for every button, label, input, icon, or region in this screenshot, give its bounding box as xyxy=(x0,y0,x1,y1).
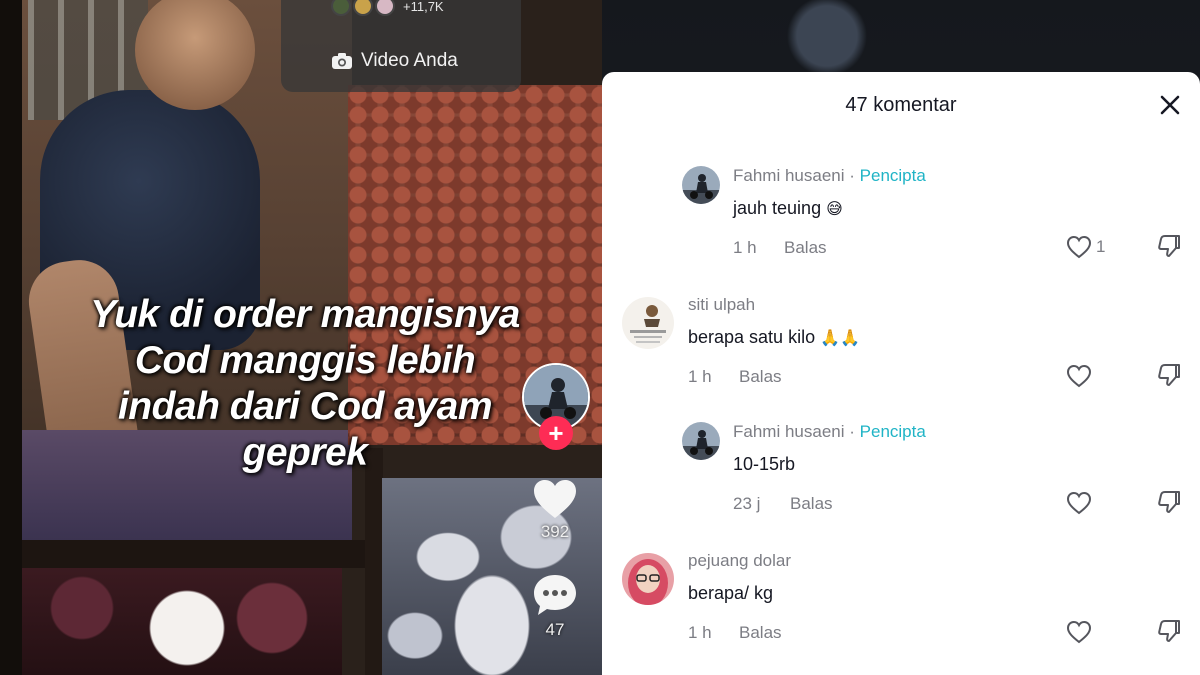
commenter-avatar[interactable] xyxy=(682,166,720,204)
comment-text: 10-15rb xyxy=(733,454,795,475)
video-border xyxy=(0,0,22,675)
hijab-profile-avatar-icon xyxy=(622,553,674,605)
like-video-button[interactable]: 392 xyxy=(525,478,585,542)
username-text: Fahmi husaeni xyxy=(733,166,845,185)
dislike-icon[interactable] xyxy=(1156,489,1182,515)
dislike-icon[interactable] xyxy=(1156,618,1182,644)
video-reply-chip[interactable]: +11,7K Video Anda xyxy=(281,0,521,92)
follow-button[interactable]: + xyxy=(539,416,573,450)
separator-dot: · xyxy=(849,422,855,441)
close-button[interactable] xyxy=(1157,92,1183,118)
comments-title: 47 komentar xyxy=(845,94,957,116)
close-icon xyxy=(1160,95,1180,115)
comment-body: jauh teuing xyxy=(733,198,822,218)
username-text: Fahmi husaeni xyxy=(733,422,845,441)
comment-item: Fahmi husaeni · Pencipta 10-15rb 23 j Ba… xyxy=(602,418,1200,528)
username-text: pejuang dolar xyxy=(688,551,792,570)
reply-button[interactable]: Balas xyxy=(739,367,782,387)
heart-outline-icon[interactable] xyxy=(1066,491,1092,515)
motorbike-avatar-icon xyxy=(682,166,720,204)
comment-body: 10-15rb xyxy=(733,454,796,474)
comment-body: berapa/ kg xyxy=(688,583,774,603)
caption-line: indah dari Cod ayam xyxy=(117,385,493,428)
comment-username[interactable]: siti ulpah xyxy=(688,295,755,315)
dislike-icon[interactable] xyxy=(1156,362,1182,388)
username-text: siti ulpah xyxy=(688,295,756,314)
your-video-button[interactable]: Video Anda xyxy=(331,50,458,72)
replier-avatars: +11,7K xyxy=(331,0,444,16)
comment-time: 1 h xyxy=(688,623,712,642)
dislike-icon[interactable] xyxy=(1156,233,1182,259)
heart-outline-icon[interactable] xyxy=(1066,620,1092,644)
separator-dot: · xyxy=(849,166,855,185)
comment-emoji: 😅 xyxy=(826,199,843,218)
caption-line: Cod manggis lebih xyxy=(134,339,476,382)
comment-like-count: 1 xyxy=(1096,237,1106,256)
opened-mangosteen-image xyxy=(22,568,342,675)
heart-outline-icon[interactable] xyxy=(1066,235,1092,259)
comment-username[interactable]: pejuang dolar xyxy=(688,551,791,571)
caption-line: Yuk di order mangisnya xyxy=(90,293,520,336)
reply-button[interactable]: Balas xyxy=(784,238,827,258)
comment-text: berapa/ kg xyxy=(688,583,773,604)
comment-time: 1 h xyxy=(733,238,757,257)
commenter-avatar[interactable] xyxy=(622,297,674,349)
video-player[interactable]: +11,7K Video Anda Yuk di order mangisnya… xyxy=(0,0,602,675)
caption-line: geprek xyxy=(242,431,368,474)
creator-badge: Pencipta xyxy=(859,166,926,185)
motorbike-avatar-icon xyxy=(682,422,720,460)
collage-divider xyxy=(365,448,383,675)
replier-avatar xyxy=(331,0,351,16)
comment-item: Fahmi husaeni · Pencipta jauh teuing 😅 1… xyxy=(602,162,1200,272)
comment-video-button[interactable]: 47 xyxy=(525,572,585,640)
comment-count: 47 xyxy=(545,620,565,639)
comment-username[interactable]: Fahmi husaeni · Pencipta xyxy=(733,166,926,186)
comment-item: pejuang dolar berapa/ kg 1 h Balas xyxy=(602,547,1200,657)
reply-video-count: +11,7K xyxy=(403,0,444,14)
camera-icon xyxy=(332,53,352,69)
comment-text: jauh teuing 😅 xyxy=(733,198,843,219)
collage-divider xyxy=(22,540,382,568)
comment-username[interactable]: Fahmi husaeni · Pencipta xyxy=(733,422,926,442)
reply-button[interactable]: Balas xyxy=(739,623,782,643)
creator-badge: Pencipta xyxy=(859,422,926,441)
your-video-label: Video Anda xyxy=(361,50,458,71)
comment-text: berapa satu kilo 🙏🙏 xyxy=(688,327,860,348)
commenter-avatar[interactable] xyxy=(622,553,674,605)
heart-icon xyxy=(534,480,576,518)
comment-item: siti ulpah berapa satu kilo 🙏🙏 1 h Balas xyxy=(602,291,1200,401)
comment-time: 23 j xyxy=(733,494,761,513)
replier-avatar xyxy=(375,0,395,16)
comment-emoji: 🙏🙏 xyxy=(820,328,860,347)
like-count: 392 xyxy=(540,522,570,541)
comment-bubble-icon xyxy=(534,575,576,615)
reply-button[interactable]: Balas xyxy=(790,494,833,514)
replier-avatar xyxy=(353,0,373,16)
profile-photo-icon xyxy=(622,297,674,349)
heart-outline-icon[interactable] xyxy=(1066,364,1092,388)
comments-sheet: 47 komentar Fahmi husaeni · Pencipta jau… xyxy=(602,72,1200,675)
comment-body: berapa satu kilo xyxy=(688,327,816,347)
commenter-avatar[interactable] xyxy=(682,422,720,460)
video-caption: Yuk di order mangisnya Cod manggis lebih… xyxy=(20,292,590,476)
comment-time: 1 h xyxy=(688,367,712,386)
